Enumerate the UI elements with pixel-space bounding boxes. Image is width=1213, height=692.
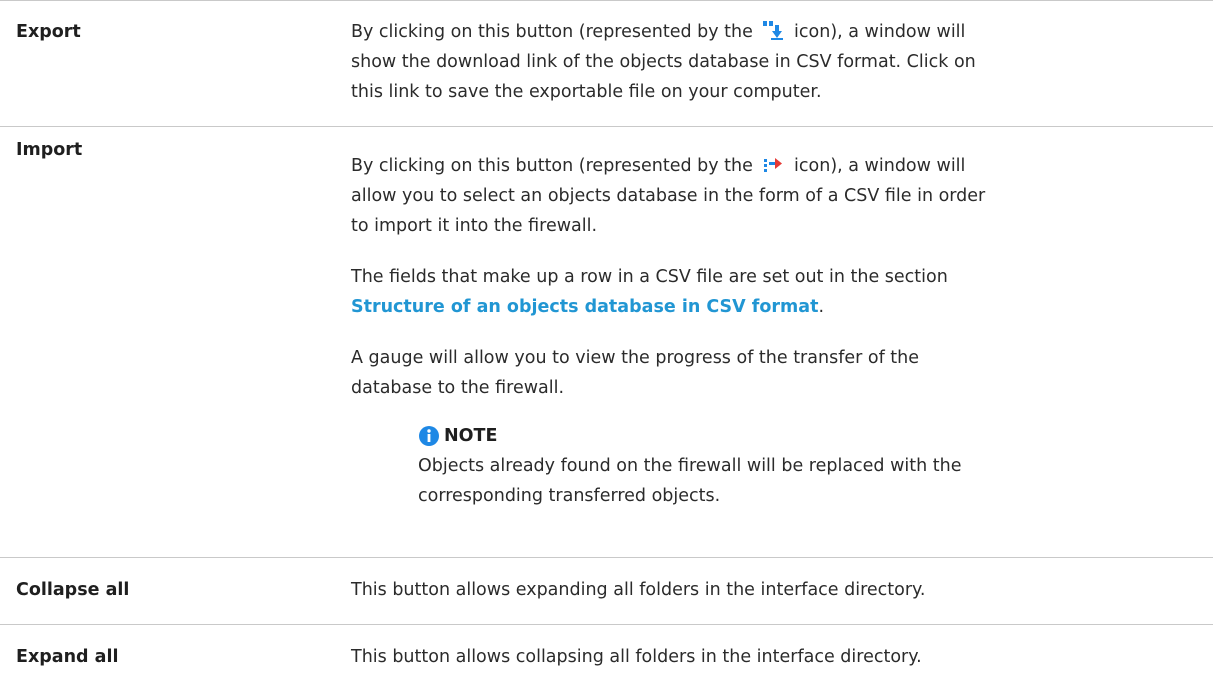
note-box: NOTE Objects already found on the firewa… (418, 421, 991, 511)
desc-export: By clicking on this button (represented … (351, 17, 991, 107)
desc-export-part1: By clicking on this button (represented … (351, 22, 759, 42)
structure-csv-link[interactable]: Structure of an objects database in CSV … (351, 297, 818, 317)
term-export: Export (16, 22, 81, 42)
desc-expand-all: This button allows collapsing all folder… (351, 647, 922, 667)
table-row-export: Export By clicking on this button (repre… (0, 0, 1213, 127)
info-icon (418, 425, 440, 447)
note-title: NOTE (418, 421, 991, 451)
term-expand-all: Expand all (16, 647, 119, 667)
table-row-import: Import By clicking on this button (repre… (0, 126, 1213, 558)
desc-import: By clicking on this button (represented … (351, 151, 991, 511)
term-import: Import (16, 140, 83, 160)
term-collapse-all: Collapse all (16, 580, 130, 600)
note-text: Objects already found on the firewall wi… (418, 456, 962, 506)
table-row-collapse-all: Collapse all This button allows expandin… (0, 557, 1213, 625)
desc-collapse-all: This button allows expanding all folders… (351, 580, 926, 600)
desc-import-part1: By clicking on this button (represented … (351, 156, 759, 176)
desc-import-para3: A gauge will allow you to view the progr… (351, 348, 920, 398)
export-download-icon (762, 19, 784, 41)
desc-import-para2: The fields that make up a row in a CSV f… (351, 267, 948, 287)
import-arrow-icon (762, 153, 784, 175)
table-row-expand-all: Expand all This button allows collapsing… (0, 624, 1213, 692)
desc-import-para2-end: . (818, 297, 825, 317)
note-title-text: NOTE (444, 426, 498, 446)
